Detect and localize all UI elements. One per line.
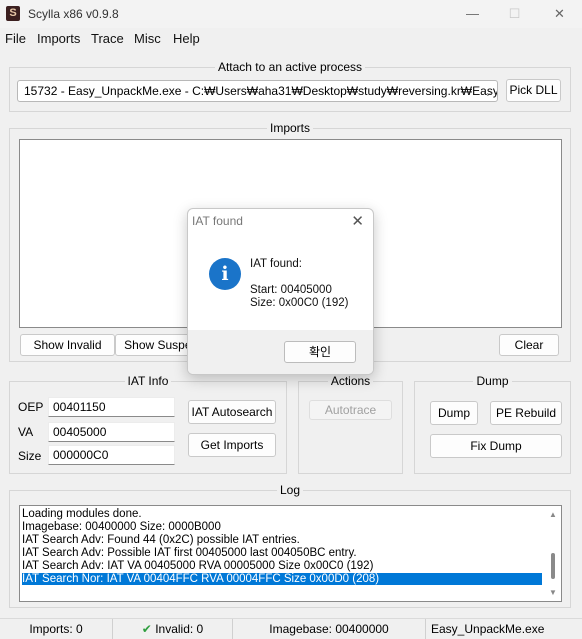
menu-file[interactable]: File xyxy=(5,31,26,46)
log-line: IAT Search Adv: IAT VA 00405000 RVA 0000… xyxy=(22,560,374,572)
status-imagebase: Imagebase: 00400000 xyxy=(233,619,426,639)
menu-misc[interactable]: Misc xyxy=(134,31,161,46)
dialog-size: Size: 0x00C0 (192) xyxy=(250,297,349,309)
actions-group: Actions Autotrace xyxy=(298,374,403,474)
menu-trace[interactable]: Trace xyxy=(91,31,124,46)
status-module: Easy_UnpackMe.exe xyxy=(431,622,545,636)
imports-group-title: Imports xyxy=(10,121,570,135)
pe-rebuild-button[interactable]: PE Rebuild xyxy=(490,401,562,425)
log-list[interactable]: Loading modules done. Imagebase: 0040000… xyxy=(19,505,562,602)
dialog-footer: 확인 xyxy=(188,330,373,374)
info-icon: i xyxy=(209,258,241,290)
log-group-title: Log xyxy=(10,483,570,497)
check-icon: ✔ xyxy=(141,622,152,636)
dump-button[interactable]: Dump xyxy=(430,401,478,425)
dialog-heading: IAT found: xyxy=(250,258,302,270)
process-select-value: 15732 - Easy_UnpackMe.exe - C:₩Users₩aha… xyxy=(24,84,498,98)
attach-group: Attach to an active process 15732 - Easy… xyxy=(9,60,571,112)
clear-button[interactable]: Clear xyxy=(499,334,559,356)
dump-group: Dump Dump PE Rebuild Fix Dump xyxy=(414,374,571,474)
minimize-button[interactable]: — xyxy=(450,0,495,28)
iat-info-group: IAT Info OEP 00401150 VA 00405000 Size 0… xyxy=(9,374,287,474)
maximize-button[interactable]: ☐ xyxy=(492,0,537,28)
scroll-down-icon[interactable]: ▼ xyxy=(549,588,557,597)
status-imports: Imports: 0 xyxy=(0,619,113,639)
dialog-title: IAT found xyxy=(192,214,243,228)
chevron-down-icon: ⌵ xyxy=(483,87,492,99)
attach-group-title: Attach to an active process xyxy=(10,60,570,74)
menu-bar: File Imports Trace Misc Help xyxy=(0,29,582,49)
scroll-thumb[interactable] xyxy=(551,553,555,579)
actions-group-title: Actions xyxy=(299,374,402,388)
log-line: Loading modules done. xyxy=(22,508,142,520)
iat-found-dialog: IAT found ✕ i IAT found: Start: 00405000… xyxy=(187,208,374,375)
va-label: VA xyxy=(18,425,34,439)
scroll-up-icon[interactable]: ▲ xyxy=(549,510,557,519)
status-invalid-text: Invalid: 0 xyxy=(155,622,204,636)
size-field[interactable]: 000000C0 xyxy=(48,445,175,465)
menu-help[interactable]: Help xyxy=(173,31,200,46)
dialog-start: Start: 00405000 xyxy=(250,284,332,296)
pick-dll-button[interactable]: Pick DLL xyxy=(506,79,561,102)
status-bar: Imports: 0 ✔ Invalid: 0 Imagebase: 00400… xyxy=(0,618,582,639)
scylla-logo-icon: S xyxy=(6,6,20,21)
iat-info-group-title: IAT Info xyxy=(10,374,286,388)
close-button[interactable]: ✕ xyxy=(537,0,582,28)
process-select[interactable]: 15732 - Easy_UnpackMe.exe - C:₩Users₩aha… xyxy=(17,80,498,102)
window-title: Scylla x86 v0.9.8 xyxy=(28,7,119,21)
oep-field[interactable]: 00401150 xyxy=(48,397,175,417)
get-imports-button[interactable]: Get Imports xyxy=(188,433,276,457)
menu-imports[interactable]: Imports xyxy=(37,31,80,46)
log-scrollbar[interactable]: ▲ ▼ xyxy=(545,506,561,601)
close-icon[interactable]: ✕ xyxy=(351,212,364,230)
show-invalid-button[interactable]: Show Invalid xyxy=(20,334,115,356)
size-label: Size xyxy=(18,449,42,463)
title-bar: S Scylla x86 v0.9.8 — ☐ ✕ xyxy=(0,0,582,28)
va-field[interactable]: 00405000 xyxy=(48,422,175,442)
log-line: Imagebase: 00400000 Size: 0000B000 xyxy=(22,521,221,533)
autotrace-button[interactable]: Autotrace xyxy=(309,400,392,420)
status-invalid: ✔ Invalid: 0 xyxy=(113,619,233,639)
log-group: Log Loading modules done. Imagebase: 004… xyxy=(9,483,571,608)
iat-autosearch-button[interactable]: IAT Autosearch xyxy=(188,400,276,424)
log-line-selected: IAT Search Nor: IAT VA 00404FFC RVA 0000… xyxy=(22,573,542,585)
log-line: IAT Search Adv: Found 44 (0x2C) possible… xyxy=(22,534,300,546)
oep-label: OEP xyxy=(18,400,44,414)
ok-button[interactable]: 확인 xyxy=(284,341,356,363)
fix-dump-button[interactable]: Fix Dump xyxy=(430,434,562,458)
log-line: IAT Search Adv: Possible IAT first 00405… xyxy=(22,547,357,559)
dump-group-title: Dump xyxy=(415,374,570,388)
